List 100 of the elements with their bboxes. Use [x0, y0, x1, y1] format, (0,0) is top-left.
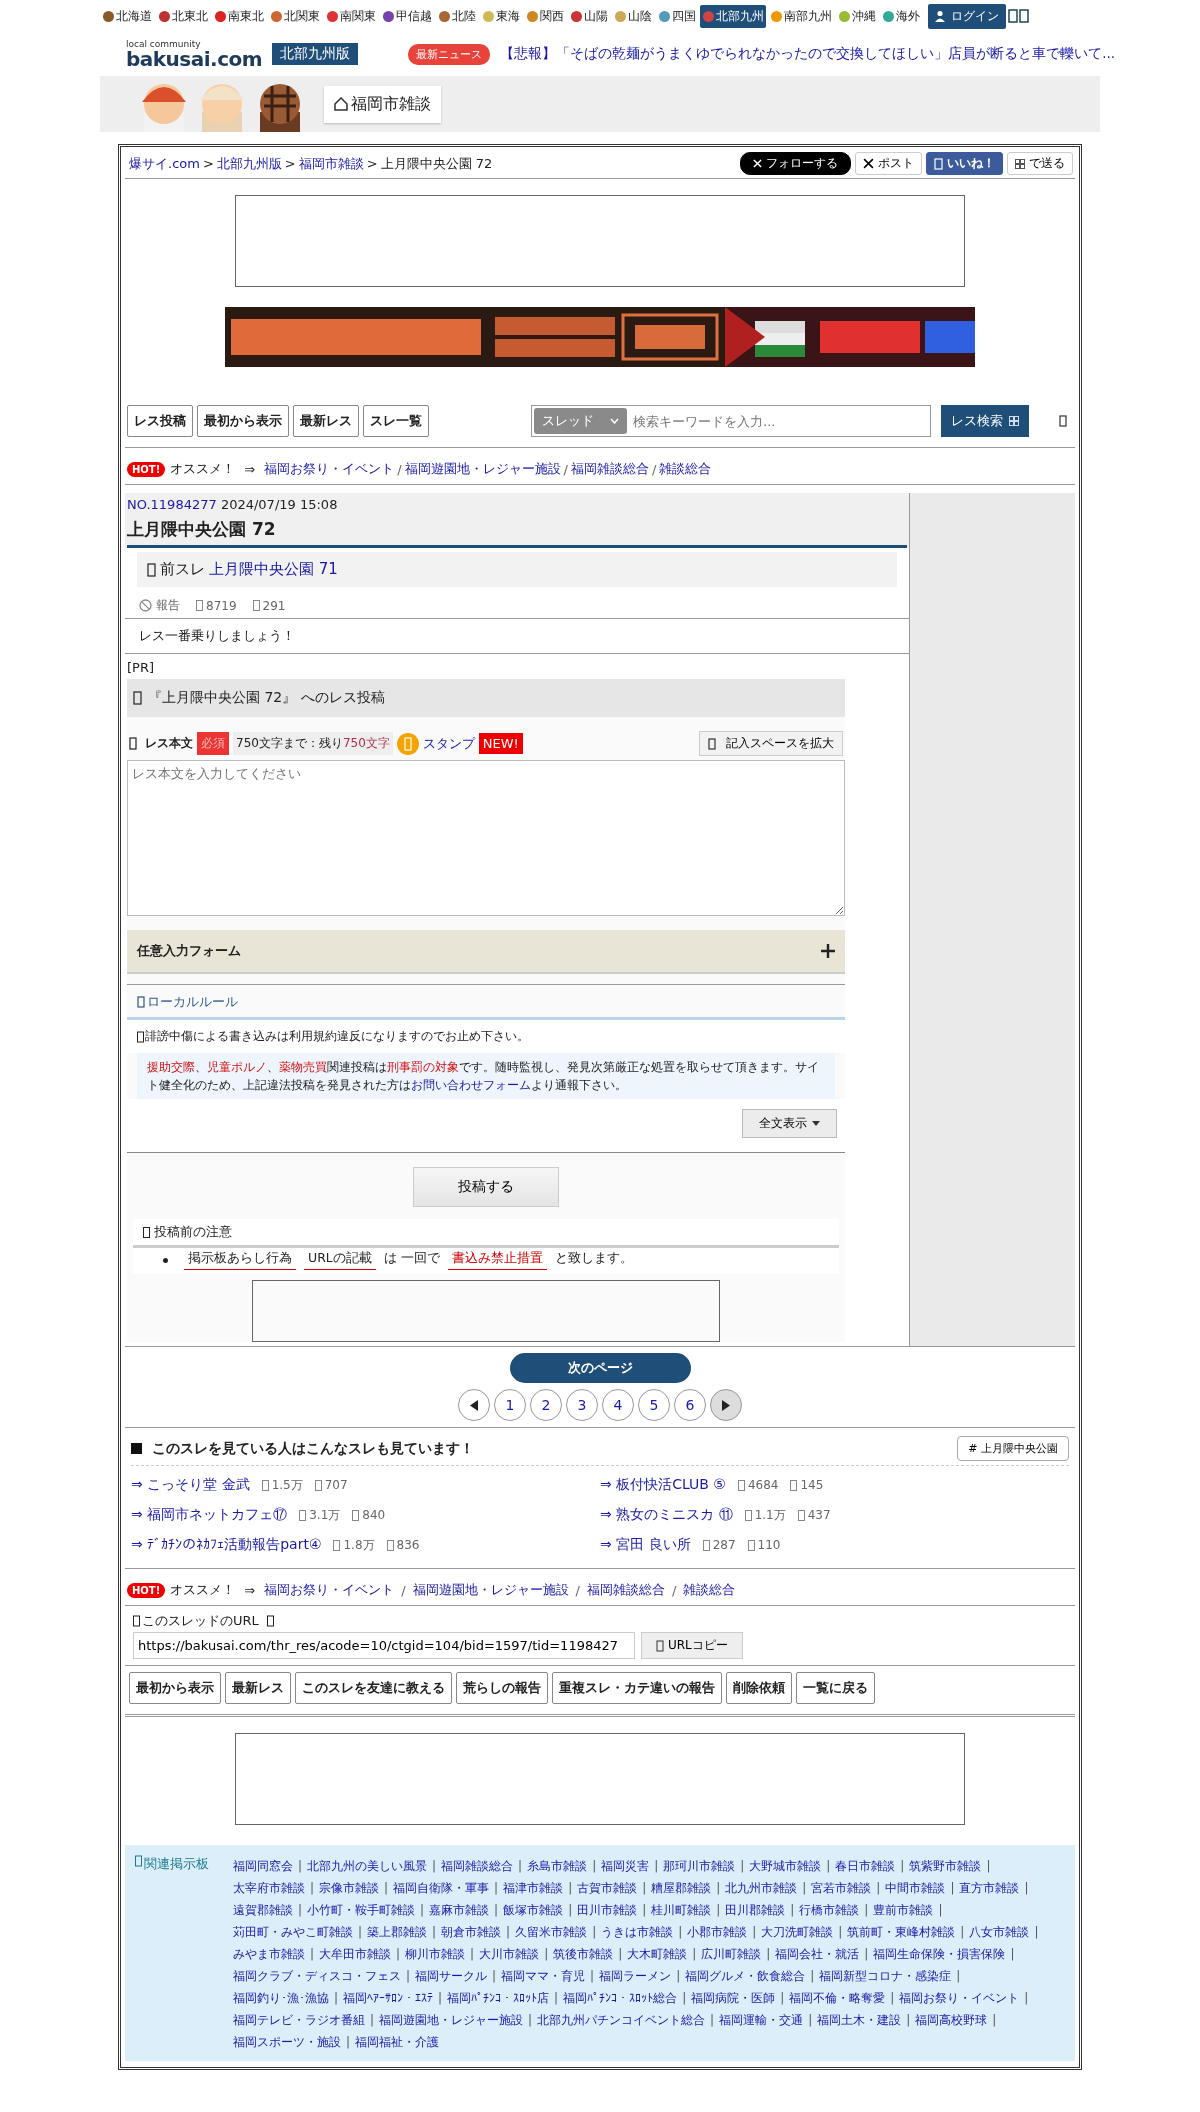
- board-link[interactable]: 筑紫野市雑談: [909, 1859, 982, 1873]
- board-link[interactable]: 田川市雑談: [577, 1903, 638, 1917]
- post-button[interactable]: ポスト: [855, 152, 922, 175]
- board-link[interactable]: 中間市雑談: [885, 1881, 946, 1895]
- board-link[interactable]: 宮若市雑談: [811, 1881, 872, 1895]
- board-link[interactable]: 田川郡雑談: [725, 1903, 786, 1917]
- recommend-link[interactable]: 福岡雑談総合: [586, 1581, 665, 1599]
- region-tab[interactable]: 南東北: [212, 4, 266, 28]
- optional-form-toggle[interactable]: 任意入力フォーム: [127, 930, 845, 972]
- url-field[interactable]: https://bakusai.com/thr_res/acode=10/ctgid=104/bid=1597/tid=1198427: [133, 1632, 635, 1659]
- board-link[interactable]: 福岡ママ・育児: [501, 1969, 586, 1983]
- board-link[interactable]: 福岡釣り･漁･漁協: [233, 1991, 329, 2005]
- related-thread-link[interactable]: ⇒ 宮田 良い所: [600, 1536, 691, 1554]
- search-button[interactable]: レス検索: [941, 405, 1029, 437]
- board-link[interactable]: 福岡クラブ・ディスコ・フェス: [233, 1969, 401, 1983]
- related-thread-link[interactable]: ⇒ ﾃﾞｶﾁﾝのﾈｶﾌｪ活動報告part④: [131, 1536, 322, 1554]
- toolbar-button[interactable]: 最新レス: [293, 405, 359, 437]
- page-button[interactable]: 1: [494, 1389, 526, 1421]
- board-link[interactable]: 苅田町・みやこ町雑談: [233, 1925, 353, 1939]
- site-logo[interactable]: bakusai.com: [126, 48, 263, 69]
- contact-form-link[interactable]: お問い合わせフォーム: [411, 1078, 531, 1092]
- expand-button[interactable]: 記入スペースを拡大: [699, 731, 843, 756]
- board-link[interactable]: 福岡サークル: [415, 1969, 488, 1983]
- region-tab[interactable]: 北海道: [100, 4, 154, 28]
- board-link[interactable]: 飯塚市雑談: [503, 1903, 564, 1917]
- board-link[interactable]: 福岡高校野球: [915, 2013, 988, 2027]
- board-link[interactable]: うきは市雑談: [601, 1925, 674, 1939]
- board-link[interactable]: 筑前町・東峰村雑談: [847, 1925, 956, 1939]
- board-link[interactable]: 糸島市雑談: [527, 1859, 588, 1873]
- breadcrumb-link[interactable]: 爆サイ.com: [129, 154, 200, 173]
- board-link[interactable]: 福岡ﾊﾟﾁﾝｺ・ｽﾛｯﾄ総合: [563, 1991, 678, 2005]
- board-link[interactable]: 福岡テレビ・ラジオ番組: [233, 2013, 365, 2027]
- action-button[interactable]: 最新レス: [225, 1672, 291, 1704]
- like-button[interactable]: いいね！: [926, 152, 1003, 175]
- page-button[interactable]: 4: [602, 1389, 634, 1421]
- toolbar-button[interactable]: レス投稿: [127, 405, 193, 437]
- page-button[interactable]: 2: [530, 1389, 562, 1421]
- action-button[interactable]: 重複スレ・カテ違いの報告: [552, 1672, 722, 1704]
- board-link[interactable]: 八女市雑談: [969, 1925, 1030, 1939]
- board-link[interactable]: 小竹町・鞍手町雑談: [307, 1903, 416, 1917]
- region-tab[interactable]: 海外: [880, 4, 922, 28]
- board-link[interactable]: 福岡運輸・交通: [719, 2013, 804, 2027]
- board-link[interactable]: 筑後市雑談: [553, 1947, 614, 1961]
- prev-page-button[interactable]: [458, 1389, 490, 1421]
- region-tab[interactable]: 山陽: [568, 4, 610, 28]
- board-link[interactable]: 福岡病院・医師: [691, 1991, 776, 2005]
- board-link[interactable]: 北部九州パチンコイベント総合: [537, 2013, 706, 2027]
- recommend-link[interactable]: 雑談総合: [659, 460, 712, 478]
- board-link[interactable]: 福岡ﾊﾟﾁﾝｺ・ｽﾛｯﾄ店: [447, 1991, 550, 2005]
- next-page-button[interactable]: 次のページ: [509, 1353, 691, 1383]
- recommend-link[interactable]: 福岡遊園地・レジャー施設: [404, 460, 561, 478]
- board-link[interactable]: 北九州市雑談: [725, 1881, 798, 1895]
- board-link[interactable]: 直方市雑談: [959, 1881, 1020, 1895]
- action-button[interactable]: 荒らしの報告: [456, 1672, 548, 1704]
- submit-button[interactable]: 投稿する: [413, 1167, 559, 1207]
- board-link[interactable]: 大野城市雑談: [749, 1859, 822, 1873]
- region-tab[interactable]: 南部九州: [768, 4, 834, 28]
- region-tab[interactable]: 四国: [656, 4, 698, 28]
- related-thread-link[interactable]: ⇒ 福岡市ネットカフェ⑰: [131, 1506, 288, 1524]
- board-link[interactable]: 太宰府市雑談: [233, 1881, 305, 1895]
- region-tab[interactable]: 北部九州: [700, 4, 766, 28]
- action-button[interactable]: 一覧に戻る: [796, 1672, 875, 1704]
- board-link[interactable]: 福岡雑談総合: [441, 1859, 514, 1873]
- related-thread-link[interactable]: ⇒ 板付快活CLUB ⑤: [600, 1476, 726, 1494]
- copy-url-button[interactable]: URLコピー: [641, 1632, 743, 1659]
- send-button[interactable]: で送る: [1007, 152, 1073, 175]
- board-link[interactable]: 糟屋郡雑談: [651, 1881, 712, 1895]
- region-tab[interactable]: 沖縄: [836, 4, 878, 28]
- board-link[interactable]: 古賀市雑談: [577, 1881, 638, 1895]
- board-link[interactable]: 春日市雑談: [835, 1859, 896, 1873]
- recommend-link[interactable]: 福岡遊園地・レジャー施設: [412, 1581, 569, 1599]
- page-button[interactable]: 5: [638, 1389, 670, 1421]
- square-icon[interactable]: [1059, 415, 1067, 427]
- show-all-button[interactable]: 全文表示: [742, 1109, 837, 1138]
- action-button[interactable]: 最初から表示: [129, 1672, 221, 1704]
- thread-number[interactable]: NO.11984277: [127, 497, 217, 512]
- board-link[interactable]: 築上郡雑談: [367, 1925, 428, 1939]
- board-link[interactable]: 広川町雑談: [701, 1947, 762, 1961]
- board-link[interactable]: 豊前市雑談: [873, 1903, 934, 1917]
- board-link[interactable]: みやま市雑談: [233, 1947, 305, 1961]
- board-link[interactable]: 大刀洗町雑談: [761, 1925, 834, 1939]
- recommend-link[interactable]: 雑談総合: [683, 1581, 736, 1599]
- board-link[interactable]: 桂川町雑談: [651, 1903, 712, 1917]
- board-link[interactable]: 福岡遊園地・レジャー施設: [379, 2013, 524, 2027]
- report-link[interactable]: 報告: [139, 597, 180, 614]
- region-tab[interactable]: 東海: [480, 4, 522, 28]
- board-link[interactable]: 福岡同窓会: [233, 1859, 293, 1873]
- region-tab[interactable]: 北関東: [268, 4, 322, 28]
- news-link[interactable]: 【悲報】「そばの乾麺がうまくゆでられなかったので交換してほしい」店員が断ると車で轢いて...: [500, 45, 1115, 63]
- grid-icon[interactable]: [1008, 8, 1030, 24]
- board-link[interactable]: 行橋市雑談: [799, 1903, 860, 1917]
- board-link[interactable]: 福岡自衛隊・軍事: [393, 1881, 490, 1895]
- board-link[interactable]: 福岡生命保険・損害保険: [873, 1947, 1006, 1961]
- login-button[interactable]: ログイン: [928, 3, 1006, 29]
- region-tab[interactable]: 山陰: [612, 4, 654, 28]
- related-thread-link[interactable]: ⇒ こっそり堂 金武: [131, 1476, 250, 1494]
- region-tab[interactable]: 北東北: [156, 4, 210, 28]
- board-link[interactable]: 大牟田市雑談: [319, 1947, 392, 1961]
- board-link[interactable]: 大木町雑談: [627, 1947, 688, 1961]
- action-button[interactable]: 削除依頼: [726, 1672, 792, 1704]
